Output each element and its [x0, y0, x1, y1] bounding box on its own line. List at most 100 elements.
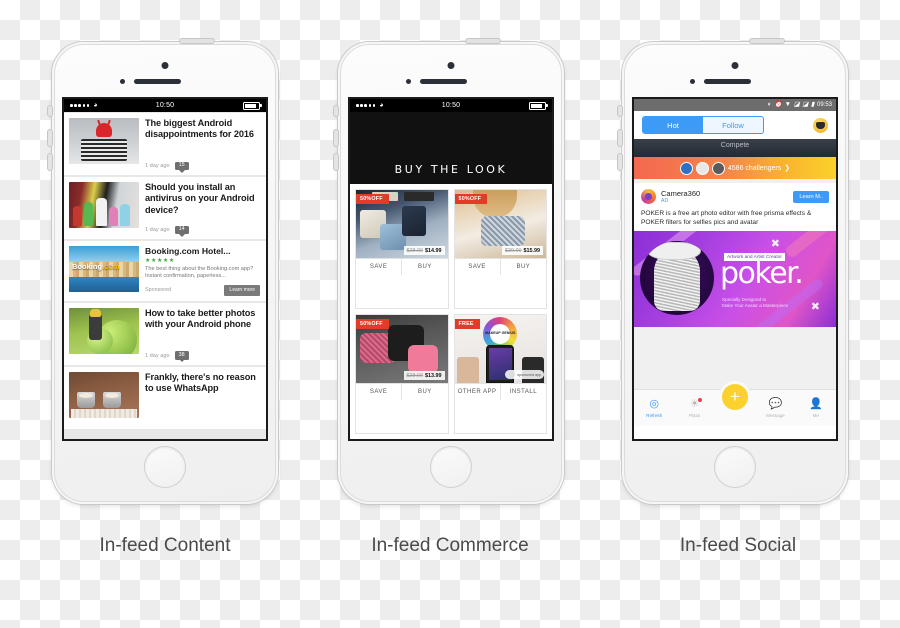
save-button[interactable]: SAVE	[356, 259, 401, 275]
article-age: 1 day ago	[145, 352, 170, 359]
caption-content: In-feed Content	[99, 535, 231, 556]
caption-commerce: In-feed Commerce	[371, 535, 529, 556]
price-label: $28.00 $14.99	[403, 246, 445, 255]
buy-button[interactable]: BUY	[499, 259, 546, 275]
chevron-right-icon: ❯	[784, 165, 791, 172]
compose-button[interactable]: +	[722, 384, 748, 410]
poker-creative-image[interactable]: ✖ ✖ Artwork and Artist Creator poker. Sp…	[634, 231, 836, 327]
bottom-tab-bar[interactable]: ◎ Refresh ☀ Plaza + 💬 Message 👤 Me	[634, 384, 836, 426]
save-button[interactable]: SAVE	[455, 259, 500, 275]
power-button[interactable]	[750, 39, 784, 43]
tab-follow[interactable]: Follow	[703, 117, 763, 133]
ad-title: Booking.com Hotel...	[145, 246, 231, 256]
volume-down-button[interactable]	[618, 154, 622, 170]
article-feed[interactable]: The biggest Android disappointments for …	[64, 112, 266, 439]
product-card[interactable]: 50%OFF $28.00 $14.99 SAVE BUY	[355, 189, 449, 309]
ad-label: AD	[661, 198, 669, 204]
discount-badge: 50%OFF	[454, 194, 488, 204]
tab-me[interactable]: 👤 Me	[796, 394, 836, 418]
list-item[interactable]: Frankly, there's no reason to use WhatsA…	[64, 366, 266, 429]
article-body: The biggest Android disappointments for …	[145, 118, 260, 174]
app-logo-icon[interactable]	[813, 117, 828, 133]
alarm-icon: ⏰	[774, 100, 783, 108]
article-thumbnail	[69, 118, 139, 164]
product-image: 50%OFF $28.00 $13.99	[356, 315, 448, 383]
segmented-control[interactable]: Hot Follow	[642, 116, 764, 134]
buy-button[interactable]: BUY	[401, 259, 447, 275]
product-card[interactable]: 50%OFF $30.00 $15.99 SAVE BUY	[453, 189, 547, 309]
do-not-disturb-icon: ◐	[767, 100, 772, 108]
tab-refresh[interactable]: ◎ Refresh	[634, 394, 674, 418]
creative-tagline: Specially Designed to Make Your Avatar a…	[722, 297, 789, 308]
volume-up-button[interactable]	[48, 130, 52, 146]
sponsored-ad-card[interactable]: Booking.com Booking.com Hotel... ★★★★★ T…	[64, 241, 266, 301]
product-actions[interactable]: SAVE BUY	[356, 258, 448, 275]
volume-up-button[interactable]	[618, 130, 622, 146]
volume-down-button[interactable]	[48, 154, 52, 170]
learn-more-button[interactable]: Learn M..	[793, 190, 829, 203]
phone-mockup-commerce: ◕ 10:50 BUY THE LOOK 50%OFF $28.00 $14.99	[334, 39, 564, 504]
caption-social: In-feed Social	[679, 535, 797, 556]
front-camera-icon	[161, 62, 169, 69]
mute-switch[interactable]	[618, 106, 622, 116]
product-image: 50%OFF $28.00 $14.99	[356, 190, 448, 258]
portrait-photo	[640, 241, 714, 315]
battery-icon: ▮	[810, 100, 815, 108]
ad-body: Booking.com Hotel... ★★★★★ The best thin…	[145, 246, 260, 296]
battery-icon	[529, 101, 548, 110]
list-item[interactable]: How to take better photos with your Andr…	[64, 302, 266, 365]
compete-banner-image[interactable]: Compete	[634, 139, 836, 157]
buy-button[interactable]: BUY	[401, 384, 447, 400]
home-button[interactable]	[431, 447, 471, 487]
avatar	[711, 161, 725, 175]
install-button[interactable]: INSTALL	[499, 384, 546, 400]
challengers-bar[interactable]: 4586 challengers ❯	[634, 157, 836, 179]
volume-down-button[interactable]	[334, 154, 338, 170]
comment-count-badge[interactable]: 15	[174, 161, 189, 174]
product-actions[interactable]: SAVE BUY	[356, 383, 448, 400]
article-body: Frankly, there's no reason to use WhatsA…	[145, 372, 260, 424]
app-install-card[interactable]: MAKEUP GENIUS sponsored app FREE OTHER A…	[453, 314, 547, 434]
ios-status-bar: ◕ 10:50	[350, 99, 552, 112]
product-actions[interactable]: SAVE BUY	[454, 258, 546, 275]
proximity-sensor-icon	[120, 79, 125, 84]
sponsored-post[interactable]: Camera360 AD Learn M.. POKER is a free a…	[634, 183, 836, 231]
product-card[interactable]: 50%OFF $28.00 $13.99 SAVE BUY	[355, 314, 449, 434]
feed-tabs[interactable]: Hot Follow	[634, 111, 836, 139]
shop-feed[interactable]: BUY THE LOOK 50%OFF $28.00 $14.99 SAVE BU…	[350, 112, 552, 439]
shop-hero: BUY THE LOOK	[350, 112, 552, 184]
tab-hot[interactable]: Hot	[643, 117, 703, 133]
price-label: $30.00 $15.99	[502, 246, 543, 255]
ios-status-bar: ◕ 10:50	[64, 99, 266, 112]
power-button[interactable]	[180, 39, 214, 43]
android-status-bar: ◐ ⏰ ▼ ◪ ◪ ▮ 09:53	[634, 99, 836, 111]
list-item[interactable]: Should you install an antivirus on your …	[64, 177, 266, 239]
status-time: 10:50	[155, 102, 175, 109]
app-actions[interactable]: OTHER APP INSTALL	[454, 383, 546, 400]
tab-label: Message	[766, 413, 785, 418]
signal-icon: ◪	[793, 100, 800, 108]
poker-wordmark: poker.	[720, 256, 804, 291]
article-body: Should you install an antivirus on your …	[145, 182, 260, 238]
person-icon: 👤	[808, 398, 823, 410]
other-app-button[interactable]: OTHER APP	[455, 384, 500, 400]
save-button[interactable]: SAVE	[356, 384, 401, 400]
sparkle-icon: ✖	[810, 301, 820, 313]
sponsored-label: Sponsored	[145, 287, 172, 294]
mute-switch[interactable]	[334, 106, 338, 116]
mute-switch[interactable]	[48, 106, 52, 116]
proximity-sensor-icon	[690, 79, 695, 84]
home-button[interactable]	[715, 447, 755, 487]
social-feed[interactable]: ◐ ⏰ ▼ ◪ ◪ ▮ 09:53 Hot Follow Compete 458…	[634, 99, 836, 426]
tab-plaza[interactable]: ☀ Plaza	[674, 394, 714, 418]
power-button[interactable]	[466, 39, 500, 43]
volume-up-button[interactable]	[334, 130, 338, 146]
list-item[interactable]: The biggest Android disappointments for …	[64, 113, 266, 175]
comment-count-badge[interactable]: 38	[174, 351, 189, 363]
tab-message[interactable]: 💬 Message	[755, 394, 795, 418]
home-button[interactable]	[145, 447, 185, 487]
learn-more-button[interactable]: Learn more	[224, 284, 260, 296]
comment-count-badge[interactable]: 14	[174, 225, 189, 238]
camera360-app-icon	[641, 189, 656, 204]
product-grid[interactable]: 50%OFF $28.00 $14.99 SAVE BUY 50%OFF $30.	[350, 184, 552, 439]
